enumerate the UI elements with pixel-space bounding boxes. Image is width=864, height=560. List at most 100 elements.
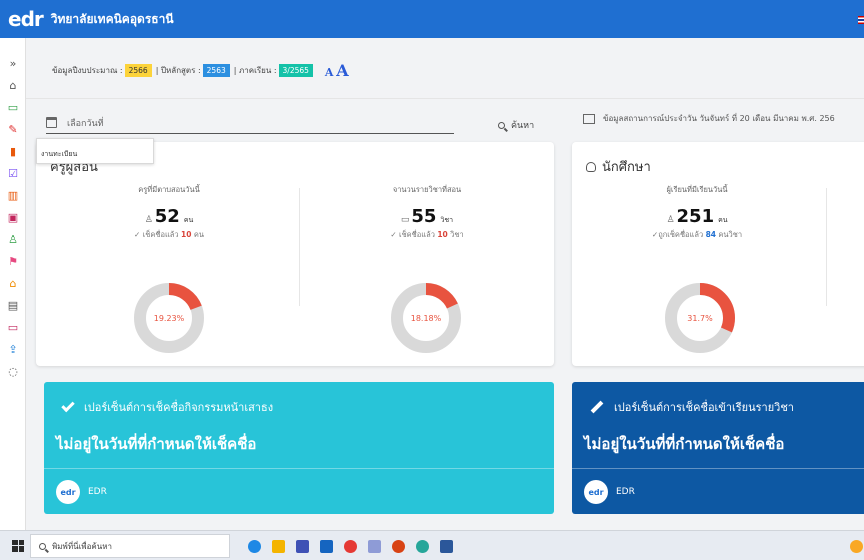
check-unit: วิชา bbox=[450, 230, 464, 239]
donut-label: 31.7% bbox=[687, 314, 713, 323]
donut-label: 19.23% bbox=[154, 314, 185, 323]
donut-label: 18.18% bbox=[411, 314, 442, 323]
opera-icon[interactable] bbox=[344, 540, 357, 553]
books-icon[interactable]: ▥ bbox=[4, 186, 22, 204]
semester-badge[interactable]: 3/2565 bbox=[278, 63, 313, 77]
stat-label: ผู้เรียนที่มีเรียนวันนี้ bbox=[666, 185, 728, 194]
home-icon[interactable]: ⌂ bbox=[4, 76, 22, 94]
chat-icon[interactable]: ◌ bbox=[4, 362, 22, 380]
check-unit: คน bbox=[193, 230, 204, 239]
font-size-controls: A A bbox=[325, 61, 349, 80]
font-large-button[interactable]: A bbox=[336, 61, 348, 80]
divider bbox=[826, 188, 827, 306]
activity-checkin-banner[interactable]: เปอร์เซ็นต์การเช็คชื่อกิจกรรมหน้าเสาธง ไ… bbox=[44, 382, 554, 514]
person-icon bbox=[586, 161, 596, 172]
flag-icon[interactable]: ⚑ bbox=[4, 252, 22, 270]
edr-logo[interactable]: edr bbox=[8, 7, 44, 31]
word-icon[interactable] bbox=[440, 540, 453, 553]
dropdown-menu: งานทะเบียน bbox=[36, 138, 154, 164]
mail-icon[interactable] bbox=[320, 540, 333, 553]
edge-icon[interactable] bbox=[248, 540, 261, 553]
expand-icon[interactable]: » bbox=[4, 54, 22, 72]
check-prefix: ✓ เช็คชื่อแล้ว bbox=[390, 230, 435, 239]
daily-status: ข้อมูลสถานการณ์ประจำวัน วันจันทร์ ที่ 20… bbox=[583, 112, 864, 125]
stat-label: จานวนรายวิชาที่สอน bbox=[392, 185, 462, 194]
top-bar: edr วิทยาลัยเทคนิคอุดรธานี bbox=[0, 0, 864, 38]
monitor-icon[interactable]: ▭ bbox=[4, 98, 22, 116]
pen-icon[interactable]: ✎ bbox=[4, 120, 22, 138]
teachers-card: ครูผู้สอน ครูที่มีตาบสอนวันนี้ ♙ 52 คน ✓ เ… bbox=[36, 142, 554, 366]
teachers-donut-chart: 19.23% bbox=[134, 283, 204, 353]
person-icon: ♙ bbox=[144, 215, 153, 225]
unit: คน bbox=[718, 216, 728, 224]
budget-label: ข้อมูลปีงบประมาณ : bbox=[52, 65, 123, 75]
banner-footer-label: EDR bbox=[88, 487, 107, 497]
taskbar-search-placeholder: พิมพ์ที่นี่เพื่อค้นหา bbox=[52, 541, 112, 551]
school-name: วิทยาลัยเทคนิคอุดรธานี bbox=[50, 11, 174, 26]
checkbox-icon[interactable]: ☑ bbox=[4, 164, 22, 182]
book-icon: ▭ bbox=[400, 215, 410, 225]
check-prefix: ✓ถูกเช็คชื่อแล้ว bbox=[651, 230, 704, 239]
students-donut-chart: 31.7% bbox=[665, 283, 735, 353]
search-icon bbox=[39, 542, 46, 550]
teachers-count: 52 bbox=[154, 206, 180, 227]
dropdown-item-registration[interactable]: งานทะเบียน bbox=[41, 150, 77, 158]
banner-message: ไม่อยู่ในวันที่ที่กำหนดให้เช็คชื่อ bbox=[584, 435, 785, 453]
edr-logo: edr bbox=[584, 480, 608, 504]
semester-label: | ภาคเรียน : bbox=[233, 65, 277, 75]
chart-icon[interactable]: ▮ bbox=[4, 142, 22, 160]
search-label: ค้นหา bbox=[511, 121, 535, 131]
file-explorer-icon[interactable] bbox=[272, 540, 285, 553]
students-title-text: นักศึกษา bbox=[602, 160, 651, 175]
banner-title: เปอร์เซ็นต์การเช็คชื่อกิจกรรมหน้าเสาธง bbox=[84, 401, 274, 414]
sidebar: » ⌂ ▭ ✎ ▮ ☑ ▥ ▣ ♙ ⚑ ⌂ ▤ ▭ ⇪ ◌ bbox=[0, 38, 26, 530]
banner-message: ไม่อยู่ในวันที่ที่กำหนดให้เช็คชื่อ bbox=[56, 435, 257, 453]
checked-count: 84 bbox=[705, 230, 717, 239]
students-card: นักศึกษา ผู้เรียนที่มีเรียนวันนี้ ♙ 251 คน… bbox=[572, 142, 864, 366]
checked-count: 10 bbox=[180, 230, 192, 239]
students-title: นักศึกษา bbox=[586, 156, 651, 177]
unit: วิชา bbox=[440, 216, 454, 224]
check-unit: คนวิชา bbox=[718, 230, 743, 239]
banner-divider bbox=[44, 468, 554, 469]
students-count: 251 bbox=[676, 206, 715, 227]
share-icon[interactable]: ⇪ bbox=[4, 340, 22, 358]
app-icon[interactable] bbox=[368, 540, 381, 553]
date-picker-input[interactable]: เลือกวันที่ bbox=[46, 112, 454, 134]
check-icon bbox=[61, 398, 75, 412]
desk-icon[interactable]: ▭ bbox=[4, 318, 22, 336]
store-icon[interactable] bbox=[296, 540, 309, 553]
unit: คน bbox=[183, 216, 194, 224]
curriculum-label: | ปีหลักสูตร : bbox=[155, 65, 201, 75]
screen-icon[interactable]: ▣ bbox=[4, 208, 22, 226]
date-placeholder: เลือกวันที่ bbox=[67, 118, 104, 129]
windows-start-icon[interactable] bbox=[12, 539, 24, 552]
user-icon[interactable]: ♙ bbox=[4, 230, 22, 248]
subject-checkin-banner[interactable]: เปอร์เซ็นต์การเช็คชื่อเข้าเรียนรายวิชา ไ… bbox=[572, 382, 864, 514]
house-icon[interactable]: ⌂ bbox=[4, 274, 22, 292]
font-small-button[interactable]: A bbox=[325, 66, 334, 79]
curriculum-year-badge[interactable]: 2563 bbox=[202, 63, 230, 77]
banner-footer-label: EDR bbox=[616, 487, 635, 497]
subjects-donut-chart: 18.18% bbox=[391, 283, 461, 353]
divider bbox=[26, 98, 864, 99]
info-bar: ข้อมูลปีงบประมาณ : 2566 | ปีหลักสูตร : 2… bbox=[26, 50, 349, 90]
banner-title: เปอร์เซ็นต์การเช็คชื่อเข้าเรียนรายวิชา bbox=[614, 401, 794, 414]
stat-label: ครูที่มีตาบสอนวันนี้ bbox=[138, 185, 200, 194]
search-button[interactable]: ค้นหา bbox=[498, 118, 534, 132]
weather-icon[interactable] bbox=[850, 540, 863, 553]
edr-logo: edr bbox=[56, 480, 80, 504]
thai-flag-icon[interactable] bbox=[858, 16, 864, 24]
chrome-icon[interactable] bbox=[392, 540, 405, 553]
status-text: ข้อมูลสถานการณ์ประจำวัน วันจันทร์ ที่ 20… bbox=[603, 114, 835, 123]
pencil-icon bbox=[590, 400, 604, 414]
person-icon: ♙ bbox=[666, 215, 675, 225]
calendar-icon[interactable]: ▤ bbox=[4, 296, 22, 314]
chrome-profile-icon[interactable] bbox=[416, 540, 429, 553]
taskbar-search-input[interactable]: พิมพ์ที่นี่เพื่อค้นหา bbox=[30, 534, 230, 558]
divider bbox=[299, 188, 300, 306]
budget-year-badge[interactable]: 2566 bbox=[124, 63, 152, 77]
monitor-icon bbox=[583, 113, 595, 124]
calendar-icon bbox=[46, 117, 57, 128]
search-icon bbox=[498, 121, 505, 129]
